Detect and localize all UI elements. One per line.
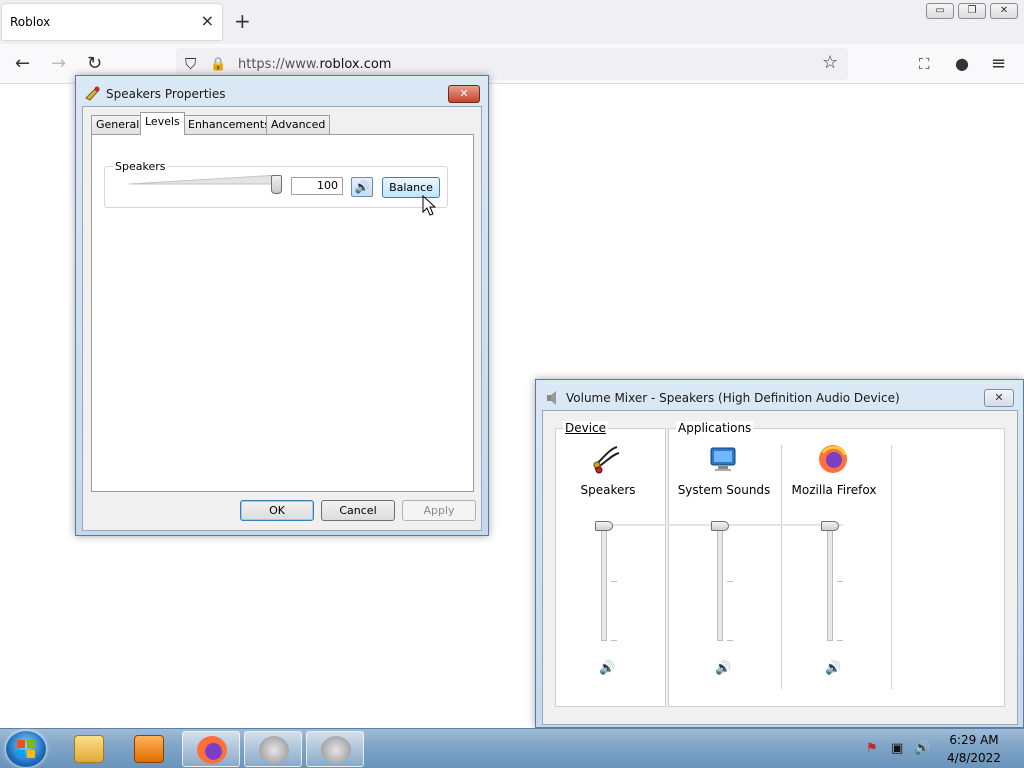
slider-tick: [611, 581, 617, 582]
volume-tray-icon[interactable]: 🔊: [914, 741, 930, 756]
slider-thumb[interactable]: [711, 521, 729, 531]
tab-enhancements[interactable]: Enhancements: [183, 115, 275, 134]
dialog-title: Speakers Properties: [106, 87, 226, 101]
speaker-app-icon: [259, 736, 289, 764]
speakers-group: Speakers 100 🔊 Balance: [104, 160, 448, 208]
new-tab-icon[interactable]: +: [234, 9, 251, 33]
applications-header: Applications: [676, 421, 754, 435]
slider-track: [601, 525, 607, 641]
mixer-title: Volume Mixer - Speakers (High Definition…: [566, 391, 900, 405]
url-domain: roblox.com: [319, 57, 392, 72]
lock-icon[interactable]: 🔒: [210, 54, 226, 76]
levels-panel: Speakers 100 🔊 Balance: [91, 134, 474, 492]
volume-value-field[interactable]: 100: [291, 177, 343, 195]
tab-strip: Roblox × + ▭ ❐ ✕: [0, 0, 1024, 44]
mute-button[interactable]: 🔊: [351, 177, 373, 197]
taskbar: ⚑ ▣ 🔊 6:29 AM 4/8/2022: [0, 728, 1024, 768]
channel-label: Speakers: [580, 483, 636, 497]
system-sounds-icon: [710, 447, 736, 471]
account-icon[interactable]: ●: [955, 53, 969, 75]
taskbar-media-player[interactable]: [120, 731, 178, 767]
url-text[interactable]: https://www.roblox.com: [238, 57, 391, 72]
reload-icon[interactable]: ↻: [87, 53, 102, 75]
tab-levels[interactable]: Levels: [140, 112, 185, 135]
back-icon[interactable]: ←: [15, 53, 30, 75]
speakers-mute-icon[interactable]: 🔊: [599, 661, 615, 676]
speaker-app-icon: [321, 736, 351, 764]
speaker-icon: 🔊: [354, 180, 370, 194]
pocket-icon[interactable]: ⛶: [919, 53, 930, 75]
slider-tick: [837, 581, 843, 582]
slider-track: [717, 525, 723, 641]
slider-tick: [837, 640, 843, 641]
slider-tick: [611, 640, 617, 641]
slider-tick: [727, 640, 733, 641]
taskbar-firefox[interactable]: [182, 731, 240, 767]
folder-icon: [74, 735, 104, 763]
cancel-button[interactable]: Cancel: [321, 500, 395, 521]
mixer-title-icon: [547, 391, 556, 405]
media-player-icon: [134, 735, 164, 763]
speakers-properties-dialog: Speakers Properties ✕ General Levels Enh…: [75, 75, 489, 536]
channel-separator: [891, 445, 892, 689]
tab-general[interactable]: General: [91, 115, 145, 134]
menu-icon[interactable]: ≡: [991, 53, 1006, 75]
speakers-icon: [593, 446, 620, 474]
firefox-icon: [819, 445, 847, 473]
apply-button[interactable]: Apply: [402, 500, 476, 521]
volume-slider-thumb[interactable]: [271, 175, 282, 194]
shield-icon[interactable]: ⛉: [185, 53, 196, 75]
channel-label: System Sounds: [677, 483, 771, 497]
taskbar-speakers-properties[interactable]: [244, 731, 302, 767]
slider-thumb[interactable]: [821, 521, 839, 531]
firefox-volume-slider[interactable]: [821, 521, 843, 641]
forward-icon[interactable]: →: [51, 53, 66, 75]
speakers-title-icon: [85, 86, 100, 101]
speakers-volume-slider[interactable]: [595, 521, 617, 641]
taskbar-volume-mixer[interactable]: [306, 731, 364, 767]
taskbar-explorer[interactable]: [60, 731, 118, 767]
mouse-cursor-icon: [422, 195, 436, 216]
firefox-icon: [197, 736, 227, 764]
dialog-close-button[interactable]: ✕: [448, 85, 480, 103]
tab-close-icon[interactable]: ×: [201, 12, 214, 30]
mixer-close-button[interactable]: ✕: [984, 389, 1014, 407]
dialog-client-area: General Levels Enhancements Advanced Spe…: [82, 106, 482, 531]
windows-logo-icon: [17, 740, 35, 758]
start-button[interactable]: [6, 731, 46, 767]
system-sounds-mute-icon[interactable]: 🔊: [715, 661, 731, 676]
url-prefix: https://www.: [238, 57, 320, 72]
volume-slider-ramp: [129, 175, 279, 185]
network-icon[interactable]: ▣: [891, 741, 903, 756]
firefox-mute-icon[interactable]: 🔊: [825, 661, 841, 676]
slider-tick: [727, 581, 733, 582]
restore-button[interactable]: ❐: [958, 3, 986, 19]
bookmark-star-icon[interactable]: ☆: [822, 52, 838, 74]
group-label: Speakers: [113, 160, 168, 173]
channel-label: Mozilla Firefox: [791, 483, 877, 497]
tab-advanced[interactable]: Advanced: [266, 115, 331, 134]
slider-track: [827, 525, 833, 641]
device-header: Device: [563, 421, 609, 435]
minimize-button[interactable]: ▭: [926, 3, 954, 19]
clock-date[interactable]: 4/8/2022: [944, 751, 1004, 765]
tab-roblox[interactable]: Roblox ×: [2, 4, 222, 40]
action-center-flag-icon[interactable]: ⚑: [866, 741, 878, 756]
channel-separator: [781, 445, 782, 689]
system-sounds-volume-slider[interactable]: [711, 521, 733, 641]
mixer-client-area: Device Applications Speakers System Soun…: [542, 410, 1018, 725]
tab-title: Roblox: [10, 15, 51, 29]
slider-thumb[interactable]: [595, 521, 613, 531]
volume-mixer-window: Volume Mixer - Speakers (High Definition…: [535, 379, 1024, 728]
clock-time[interactable]: 6:29 AM: [944, 733, 1004, 747]
window-close-button[interactable]: ✕: [990, 3, 1018, 19]
ok-button[interactable]: OK: [240, 500, 314, 521]
